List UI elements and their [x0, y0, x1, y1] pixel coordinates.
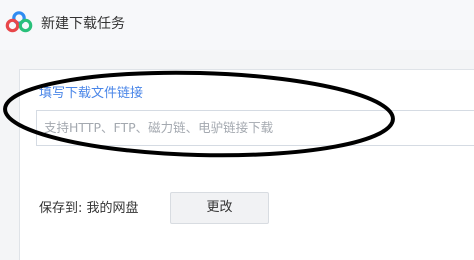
change-location-button[interactable]: 更改	[170, 192, 269, 224]
save-location-label: 保存到: 我的网盘	[39, 201, 139, 216]
dialog-titlebar: 新建下载任务	[0, 0, 474, 50]
download-url-input[interactable]: 支持HTTP、FTP、磁力链、电驴链接下载	[36, 110, 474, 146]
url-input-placeholder: 支持HTTP、FTP、磁力链、电驴链接下载	[44, 120, 274, 135]
dialog-title: 新建下载任务	[41, 16, 125, 32]
baidu-netdisk-cloud-icon	[5, 10, 33, 34]
url-field-label: 填写下载文件链接	[39, 86, 144, 101]
